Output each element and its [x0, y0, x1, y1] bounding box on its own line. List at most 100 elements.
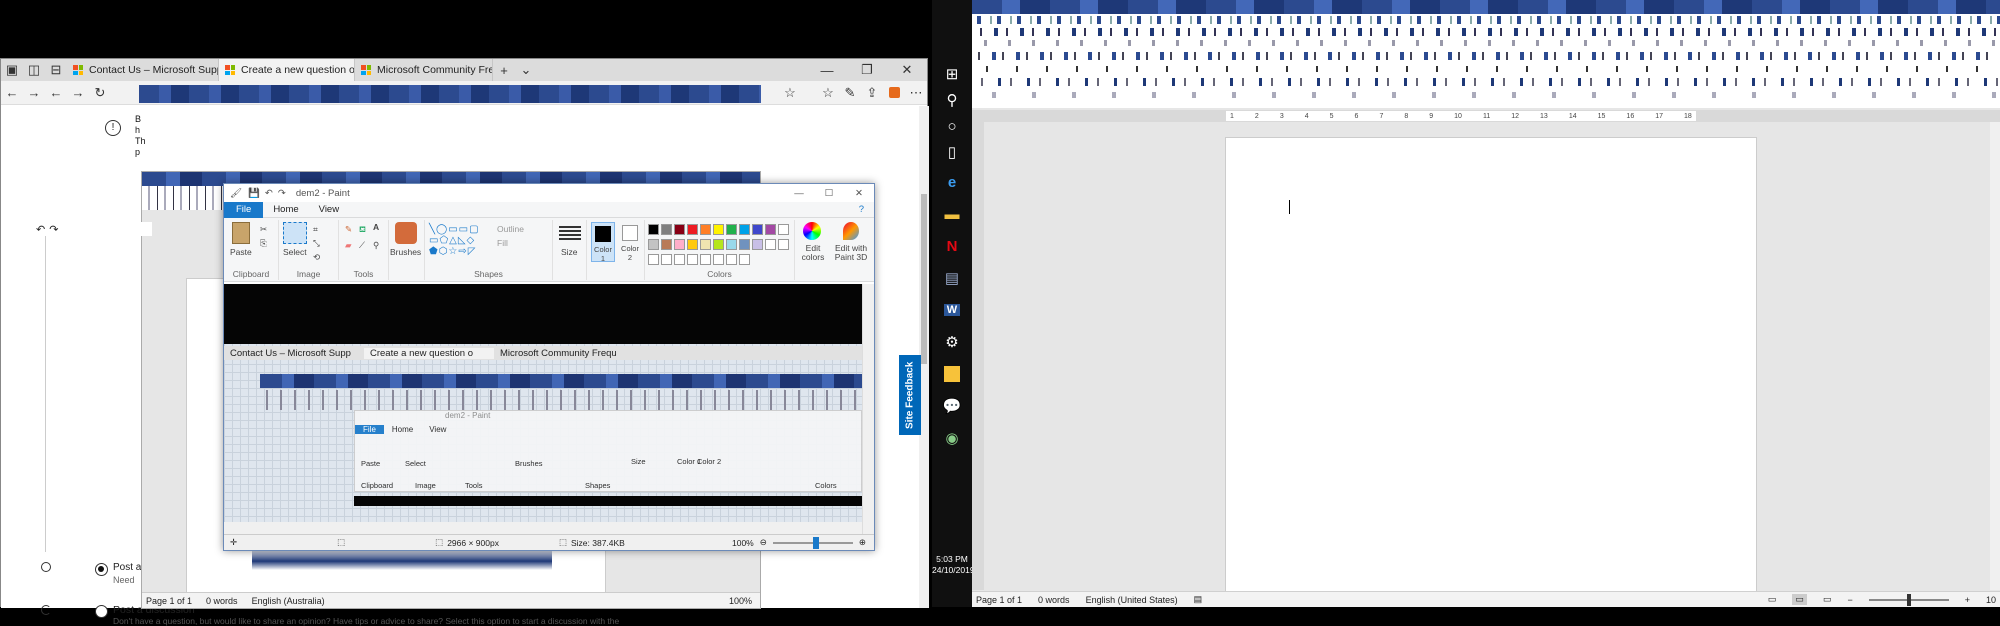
word-icon[interactable]: W [940, 298, 964, 322]
zoom-out-icon[interactable]: − [1847, 595, 1852, 605]
pen-icon[interactable]: ✎ [839, 82, 861, 104]
canvas-horizontal-scrollbar[interactable] [224, 522, 862, 534]
tab-contact-us[interactable]: Contact Us – Microsoft Supp [67, 59, 219, 81]
new-tab-icon[interactable]: + [493, 59, 515, 81]
color-swatch[interactable] [674, 254, 685, 265]
file-menu[interactable]: File [224, 201, 264, 218]
radio-partial[interactable] [41, 562, 51, 572]
view-tab[interactable]: View [309, 204, 349, 215]
tab-list-icon[interactable]: ⊟ [45, 59, 67, 81]
minimize-icon[interactable]: — [784, 188, 814, 199]
settings-icon[interactable]: ⚙ [940, 330, 964, 354]
pencil-icon[interactable]: ✎ [345, 224, 352, 235]
feedback-hub-icon[interactable]: 💬 [940, 394, 964, 418]
zoom-slider[interactable] [1868, 593, 1949, 606]
color-swatch[interactable] [700, 254, 711, 265]
color-swatch[interactable] [752, 224, 763, 235]
size-icon[interactable] [559, 226, 581, 240]
vertical-ruler[interactable] [972, 122, 984, 590]
post-question-radio[interactable] [95, 563, 108, 576]
tab-create-question[interactable]: Create a new question o ✕ [219, 59, 355, 81]
zoom-out-icon[interactable]: ⊖ [760, 537, 767, 548]
zoom-level[interactable]: 100% [729, 596, 752, 606]
select-button[interactable]: Select [283, 247, 307, 257]
search-icon[interactable]: ⚲ [940, 88, 964, 112]
favorite-star-icon[interactable]: ☆ [779, 82, 801, 104]
cut-icon[interactable]: ✂ [260, 224, 267, 235]
eraser-icon[interactable]: ▰ [345, 240, 352, 251]
maximize-icon[interactable]: ☐ [814, 188, 844, 199]
fill-button[interactable]: Fill [497, 238, 508, 248]
help-icon[interactable]: ? [849, 204, 874, 215]
redo-icon[interactable]: ↷ [278, 188, 286, 199]
color-swatch[interactable] [726, 224, 737, 235]
size-button[interactable]: Size [561, 247, 578, 257]
rotate-icon[interactable]: ⟲ [313, 252, 320, 263]
color-swatch[interactable] [739, 254, 750, 265]
color-swatch[interactable] [687, 239, 698, 250]
copy-icon[interactable]: ⎘ [260, 238, 267, 249]
close-icon[interactable]: ✕ [844, 188, 874, 199]
color-swatch[interactable] [726, 239, 737, 250]
shapes-gallery[interactable]: ╲◯▭▭▢ ▭⬠△◺◇ ⬟⬡☆⇨◸ [429, 224, 489, 258]
address-bar[interactable] [139, 85, 761, 103]
edit-colors-icon[interactable] [803, 222, 821, 240]
redo-icon[interactable]: ↷ [49, 223, 58, 236]
vertical-scrollbar[interactable] [1990, 122, 2000, 590]
word-count[interactable]: 0 words [1038, 595, 1070, 605]
color-swatch[interactable] [648, 254, 659, 265]
edge-icon[interactable]: e [940, 170, 964, 194]
color-swatch[interactable] [661, 239, 672, 250]
color-swatch[interactable] [687, 254, 698, 265]
color1-selector[interactable]: Color 1 [591, 222, 615, 263]
netflix-icon[interactable]: N [940, 234, 964, 258]
color-swatch[interactable] [700, 239, 711, 250]
outline-button[interactable]: Outline [497, 224, 524, 234]
color-swatch[interactable] [700, 224, 711, 235]
file-explorer-icon[interactable]: ▬ [940, 202, 964, 226]
close-icon[interactable]: ✕ [887, 59, 927, 81]
document-page[interactable] [1225, 137, 1757, 607]
color-swatch[interactable] [765, 224, 776, 235]
crop-icon[interactable]: ⌗ [313, 224, 318, 235]
undo-icon[interactable]: ↶ [36, 223, 45, 236]
text-icon[interactable]: A [373, 222, 379, 232]
color-picker-icon[interactable]: ⟋ [359, 240, 365, 251]
zoom-in-icon[interactable]: + [1965, 595, 1970, 605]
language[interactable]: English (Australia) [252, 596, 325, 606]
horizontal-ruler[interactable]: 1 2 3 4 5 6 7 8 9 10 11 12 13 14 15 16 17 18 [972, 110, 2000, 122]
color-swatch[interactable] [648, 239, 659, 250]
zoom-slider[interactable] [772, 536, 853, 549]
save-icon[interactable]: 💾 [248, 188, 260, 199]
undo-icon[interactable]: ↶ [265, 188, 273, 199]
color-palette[interactable] [647, 223, 793, 268]
minimize-icon[interactable]: — [807, 59, 847, 81]
color-swatch[interactable] [713, 254, 724, 265]
color-swatch[interactable] [739, 239, 750, 250]
select-icon[interactable] [283, 222, 307, 244]
paint3d-icon[interactable] [843, 222, 859, 240]
page-count[interactable]: Page 1 of 1 [976, 595, 1022, 605]
task-view-icon[interactable]: ▯ [940, 140, 964, 164]
color-swatch[interactable] [726, 254, 737, 265]
extension-icon[interactable] [883, 82, 905, 104]
forward-icon[interactable]: → [23, 82, 45, 104]
color-swatch[interactable] [648, 224, 659, 235]
color-swatch[interactable] [778, 224, 789, 235]
color-swatch[interactable] [687, 224, 698, 235]
share-icon[interactable]: ⇪ [861, 82, 883, 104]
color-swatch[interactable] [713, 239, 724, 250]
clock[interactable]: 5:03 PM 24/10/2019 [932, 554, 975, 576]
cortana-icon[interactable]: ○ [940, 114, 964, 138]
color2-selector[interactable]: Color 2 [618, 222, 642, 262]
brushes-button[interactable]: Brushes [390, 247, 421, 257]
edit-with-paint3d-button[interactable]: Edit with Paint 3D [829, 244, 873, 262]
site-feedback-button[interactable]: Site Feedback [899, 355, 921, 435]
photos-icon[interactable]: ▤ [940, 266, 964, 290]
refresh-icon[interactable]: ↻ [89, 82, 111, 104]
paint-canvas[interactable]: Contact Us – Microsoft Supp Create a new… [224, 284, 874, 534]
resize-icon[interactable]: ⤡ [313, 238, 320, 249]
windows-icon[interactable]: ⊞ [940, 62, 964, 86]
color-swatch[interactable] [661, 254, 672, 265]
zoom-level[interactable]: 10 [1986, 595, 1996, 605]
